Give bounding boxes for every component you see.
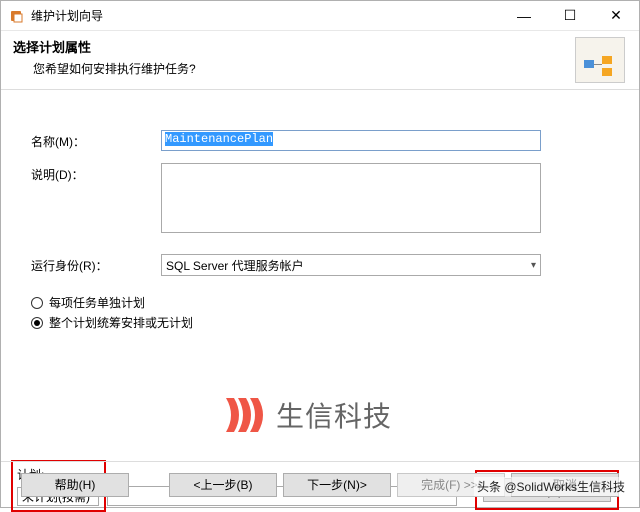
window-title: 维护计划向导: [31, 7, 103, 24]
close-button[interactable]: ✕: [593, 1, 639, 31]
help-button[interactable]: 帮助(H): [21, 473, 129, 497]
watermark-text: 生信科技: [276, 395, 392, 435]
runas-select[interactable]: SQL Server 代理服务帐户 ▾: [161, 254, 541, 276]
name-input[interactable]: MaintenancePlan: [161, 130, 541, 151]
header-band: 选择计划属性 您希望如何安排执行维护任务?: [1, 31, 639, 89]
name-label: 名称(M)：: [31, 130, 161, 150]
next-button[interactable]: 下一步(N): [283, 473, 391, 497]
radio-label-2: 整个计划统筹安排或无计划: [49, 314, 193, 331]
app-icon: [9, 8, 25, 24]
runas-value: SQL Server 代理服务帐户: [166, 257, 304, 274]
chevron-down-icon: ▾: [531, 260, 536, 271]
radio-label-1: 每项任务单独计划: [49, 294, 145, 311]
maximize-button[interactable]: ☐: [547, 1, 593, 31]
header-illustration: [575, 37, 625, 83]
page-subtitle: 您希望如何安排执行维护任务?: [13, 60, 575, 77]
wizard-window: 维护计划向导 — ☐ ✕ 选择计划属性 您希望如何安排执行维护任务? 名称(M)…: [0, 0, 640, 508]
radio-single-schedule[interactable]: 整个计划统筹安排或无计划: [31, 314, 609, 331]
watermark: 生信科技: [226, 395, 392, 435]
radio-separate-schedule[interactable]: 每项任务单独计划: [31, 294, 609, 311]
desc-textarea[interactable]: [161, 163, 541, 233]
credit-text: 头条 @SolidWorks生信科技: [474, 477, 628, 496]
radio-icon-checked: [31, 317, 43, 329]
desc-label: 说明(D)：: [31, 163, 161, 183]
back-button[interactable]: 上一步(B): [169, 473, 277, 497]
runas-label: 运行身份(R)：: [31, 254, 161, 274]
radio-icon: [31, 297, 43, 309]
minimize-button[interactable]: —: [501, 1, 547, 31]
watermark-logo-icon: [226, 398, 270, 432]
titlebar: 维护计划向导 — ☐ ✕: [1, 1, 639, 31]
page-title: 选择计划属性: [13, 37, 575, 56]
content-area: 名称(M)： MaintenancePlan 说明(D)： 运行身份(R)： S…: [1, 90, 639, 461]
